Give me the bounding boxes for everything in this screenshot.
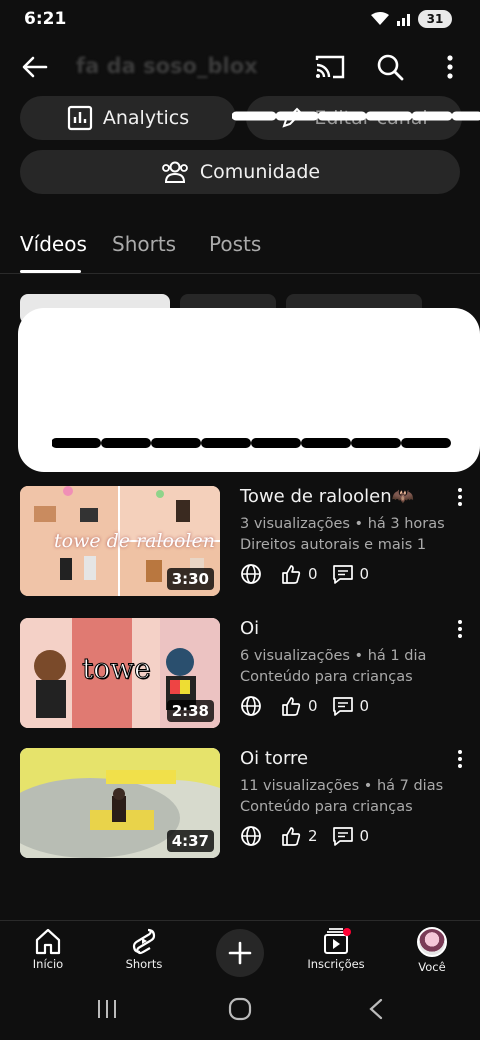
more-vert-icon [447, 55, 453, 79]
thumbs-up-icon [282, 827, 301, 846]
channel-title: fa da soso_blox [76, 54, 258, 78]
thumbs-up-icon [282, 697, 301, 716]
globe-icon [241, 696, 261, 716]
tab-shorts[interactable]: Shorts [112, 232, 176, 256]
video-status: Conteúdo para crianças [240, 669, 413, 685]
like-count: 0 [308, 565, 318, 583]
video-more-button[interactable] [450, 486, 470, 510]
create-button[interactable] [216, 929, 264, 977]
battery-indicator: 31 [418, 10, 452, 28]
globe-icon [241, 826, 261, 846]
home-icon [35, 928, 61, 955]
analytics-button[interactable]: Analytics [20, 96, 236, 140]
arrow-left-icon [22, 56, 48, 78]
nav-subscriptions-label: Inscrições [307, 957, 365, 971]
people-icon [161, 161, 188, 183]
video-title[interactable]: Towe de raloolen🦇 [240, 486, 414, 507]
nav-you-label: Você [418, 960, 446, 974]
comment-count: 0 [359, 565, 370, 583]
video-item[interactable]: towe 2:38 Oi 6 visualizações • há 1 dia … [0, 618, 480, 730]
video-duration: 3:30 [166, 568, 214, 590]
redaction-dashes [52, 438, 451, 448]
tab-posts[interactable]: Posts [209, 232, 261, 256]
thumbnail-overlay-text: towe [82, 652, 152, 686]
shorts-icon [132, 928, 156, 955]
redaction-scribble [232, 111, 480, 121]
avatar [417, 927, 447, 957]
video-item[interactable]: towe de raloolen 3:30 Towe de raloolen🦇 … [0, 486, 480, 598]
status-time: 6:21 [24, 9, 67, 29]
more-vert-icon [458, 750, 462, 768]
video-duration: 4:37 [166, 830, 214, 852]
video-status: Direitos autorais e mais 1 [240, 537, 427, 553]
signal-icon [397, 14, 410, 26]
video-views-age: 6 visualizações • há 1 dia [240, 648, 427, 664]
home-circle-icon[interactable] [228, 997, 252, 1021]
cast-icon [315, 55, 345, 79]
comment-icon [332, 827, 353, 846]
nav-home[interactable]: Início [8, 927, 88, 971]
analytics-label: Analytics [102, 107, 190, 129]
thumbs-up-icon [282, 565, 301, 584]
nav-you[interactable]: Você [392, 927, 472, 974]
nav-shorts-label: Shorts [125, 957, 163, 971]
analytics-icon [67, 105, 92, 131]
search-button[interactable] [372, 50, 408, 84]
more-vert-icon [458, 488, 462, 506]
video-status: Conteúdo para crianças [240, 799, 413, 815]
recent-apps-icon[interactable] [94, 998, 120, 1020]
channel-tabs: Vídeos Shorts Posts [0, 222, 480, 274]
video-stats: 0 0 [240, 562, 377, 586]
video-more-button[interactable] [450, 618, 470, 642]
cast-button[interactable] [312, 50, 348, 84]
video-more-button[interactable] [450, 748, 470, 772]
comment-icon [332, 697, 353, 716]
video-thumbnail[interactable]: 4:37 [20, 748, 220, 858]
video-thumbnail[interactable]: towe 2:38 [20, 618, 220, 728]
video-stats: 2 0 [240, 824, 377, 848]
video-title[interactable]: Oi torre [240, 748, 308, 769]
system-navigation-bar [0, 980, 480, 1040]
video-stats: 0 0 [240, 694, 377, 718]
status-icons: 31 [370, 10, 452, 28]
subscriptions-icon [324, 928, 351, 954]
bottom-navigation: Início Shorts Inscrições Você [0, 920, 480, 980]
community-label: Comunidade [199, 161, 321, 183]
more-options-button[interactable] [436, 50, 464, 84]
plus-icon [228, 941, 252, 965]
tab-videos[interactable]: Vídeos [20, 232, 87, 256]
video-views-age: 3 visualizações • há 3 horas [240, 516, 445, 532]
video-item[interactable]: 4:37 Oi torre 11 visualizações • há 7 di… [0, 748, 480, 860]
status-bar: 6:21 31 [0, 0, 480, 40]
video-title[interactable]: Oi [240, 618, 259, 639]
video-thumbnail[interactable]: towe de raloolen 3:30 [20, 486, 220, 596]
comment-icon [332, 565, 353, 584]
top-bar: fa da soso_blox [0, 44, 480, 90]
video-duration: 2:38 [166, 700, 214, 722]
like-count: 2 [308, 827, 318, 845]
like-count: 0 [308, 697, 318, 715]
active-tab-indicator [20, 270, 81, 273]
thumbnail-overlay-text: towe de raloolen [54, 530, 215, 552]
community-button[interactable]: Comunidade [20, 150, 460, 194]
video-views-age: 11 visualizações • há 7 dias [240, 778, 444, 794]
search-icon [377, 54, 404, 81]
back-button[interactable] [18, 50, 52, 84]
nav-shorts[interactable]: Shorts [104, 927, 184, 971]
more-vert-icon [458, 620, 462, 638]
globe-icon [241, 564, 261, 584]
nav-subscriptions[interactable]: Inscrições [296, 927, 376, 971]
comment-count: 0 [359, 827, 370, 845]
nav-home-label: Início [32, 957, 64, 971]
wifi-icon [371, 12, 389, 25]
back-chevron-icon[interactable] [366, 997, 386, 1021]
comment-count: 0 [359, 697, 370, 715]
